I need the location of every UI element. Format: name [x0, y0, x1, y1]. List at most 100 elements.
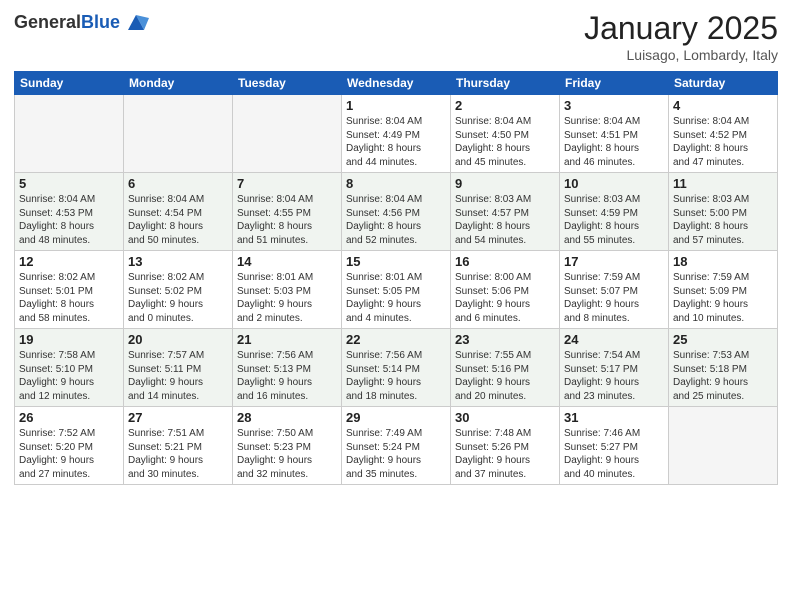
title-block: January 2025 Luisago, Lombardy, Italy: [584, 10, 778, 63]
table-row: 21 Sunrise: 7:56 AMSunset: 5:13 PMDayligh…: [233, 329, 342, 407]
table-row: 10Sunrise: 8:03 AMSunset: 4:59 PMDayligh…: [560, 173, 669, 251]
table-row: 4 Sunrise: 8:04 AMSunset: 4:52 PMDaylight…: [669, 95, 778, 173]
table-row: 17Sunrise: 7:59 AMSunset: 5:07 PMDayligh…: [560, 251, 669, 329]
day-number: 11: [673, 176, 773, 191]
day-number: 30: [455, 410, 555, 425]
table-row: 23 Sunrise: 7:55 AMSunset: 5:16 PMDayligh…: [451, 329, 560, 407]
col-sunday: Sunday: [15, 72, 124, 95]
day-info: Sunrise: 8:04 AMSunset: 4:53 PMDaylight:…: [19, 193, 119, 247]
table-row: 27 Sunrise: 7:51 AMSunset: 5:21 PMDayligh…: [124, 407, 233, 485]
day-info: Sunrise: 7:55 AMSunset: 5:16 PMDaylight:…: [455, 349, 555, 403]
header: GeneralBlue January 2025 Luisago, Lombar…: [14, 10, 778, 63]
day-info: Sunrise: 7:46 AMSunset: 5:27 PMDaylight:…: [564, 427, 664, 481]
logo-icon: [123, 10, 149, 36]
day-info: Sunrise: 8:04 AMSunset: 4:56 PMDaylight:…: [346, 193, 446, 247]
table-row: 12 Sunrise: 8:02 AMSunset: 5:01 PMDayligh…: [15, 251, 124, 329]
table-row: 14 Sunrise: 8:01 AMSunset: 5:03 PMDayligh…: [233, 251, 342, 329]
logo-general-text: General: [14, 12, 81, 32]
table-row: 11 Sunrise: 8:03 AMSunset: 5:00 PMDayligh…: [669, 173, 778, 251]
day-info: Sunrise: 8:03 AMSunset: 4:59 PMDaylight:…: [564, 193, 664, 247]
page-container: GeneralBlue January 2025 Luisago, Lombar…: [0, 0, 792, 612]
day-info: Sunrise: 8:00 AMSunset: 5:06 PMDaylight:…: [455, 271, 555, 325]
day-info: Sunrise: 8:03 AMSunset: 4:57 PMDaylight:…: [455, 193, 555, 247]
day-info: Sunrise: 7:48 AMSunset: 5:26 PMDaylight:…: [455, 427, 555, 481]
calendar-week-row: 5 Sunrise: 8:04 AMSunset: 4:53 PMDaylight…: [15, 173, 778, 251]
day-info: Sunrise: 7:52 AMSunset: 5:20 PMDaylight:…: [19, 427, 119, 481]
day-info: Sunrise: 8:01 AMSunset: 5:05 PMDaylight:…: [346, 271, 446, 325]
table-row: 19Sunrise: 7:58 AMSunset: 5:10 PMDayligh…: [15, 329, 124, 407]
day-info: Sunrise: 7:56 AMSunset: 5:13 PMDaylight:…: [237, 349, 337, 403]
day-info: Sunrise: 8:03 AMSunset: 5:00 PMDaylight:…: [673, 193, 773, 247]
day-info: Sunrise: 8:04 AMSunset: 4:49 PMDaylight:…: [346, 115, 446, 169]
day-number: 22: [346, 332, 446, 347]
table-row: 28 Sunrise: 7:50 AMSunset: 5:23 PMDayligh…: [233, 407, 342, 485]
day-info: Sunrise: 7:57 AMSunset: 5:11 PMDaylight:…: [128, 349, 228, 403]
day-number: 31: [564, 410, 664, 425]
calendar-header-row: Sunday Monday Tuesday Wednesday Thursday…: [15, 72, 778, 95]
day-number: 3: [564, 98, 664, 113]
day-number: 14: [237, 254, 337, 269]
day-info: Sunrise: 7:50 AMSunset: 5:23 PMDaylight:…: [237, 427, 337, 481]
day-number: 21: [237, 332, 337, 347]
day-number: 13: [128, 254, 228, 269]
calendar-week-row: 19Sunrise: 7:58 AMSunset: 5:10 PMDayligh…: [15, 329, 778, 407]
day-info: Sunrise: 7:56 AMSunset: 5:14 PMDaylight:…: [346, 349, 446, 403]
calendar-week-row: 26 Sunrise: 7:52 AMSunset: 5:20 PMDayligh…: [15, 407, 778, 485]
table-row: 31 Sunrise: 7:46 AMSunset: 5:27 PMDayligh…: [560, 407, 669, 485]
day-info: Sunrise: 8:04 AMSunset: 4:50 PMDaylight:…: [455, 115, 555, 169]
day-number: 28: [237, 410, 337, 425]
day-number: 17: [564, 254, 664, 269]
day-number: 8: [346, 176, 446, 191]
calendar-week-row: 12 Sunrise: 8:02 AMSunset: 5:01 PMDayligh…: [15, 251, 778, 329]
day-number: 23: [455, 332, 555, 347]
table-row: 9 Sunrise: 8:03 AMSunset: 4:57 PMDaylight…: [451, 173, 560, 251]
day-info: Sunrise: 8:02 AMSunset: 5:02 PMDaylight:…: [128, 271, 228, 325]
calendar-table: Sunday Monday Tuesday Wednesday Thursday…: [14, 71, 778, 485]
table-row: 3Sunrise: 8:04 AMSunset: 4:51 PMDaylight…: [560, 95, 669, 173]
day-number: 26: [19, 410, 119, 425]
day-info: Sunrise: 8:01 AMSunset: 5:03 PMDaylight:…: [237, 271, 337, 325]
day-number: 18: [673, 254, 773, 269]
col-monday: Monday: [124, 72, 233, 95]
table-row: 2 Sunrise: 8:04 AMSunset: 4:50 PMDaylight…: [451, 95, 560, 173]
month-title: January 2025: [584, 10, 778, 47]
day-info: Sunrise: 7:49 AMSunset: 5:24 PMDaylight:…: [346, 427, 446, 481]
day-info: Sunrise: 7:54 AMSunset: 5:17 PMDaylight:…: [564, 349, 664, 403]
table-row: 8 Sunrise: 8:04 AMSunset: 4:56 PMDaylight…: [342, 173, 451, 251]
day-info: Sunrise: 7:51 AMSunset: 5:21 PMDaylight:…: [128, 427, 228, 481]
col-tuesday: Tuesday: [233, 72, 342, 95]
day-number: 6: [128, 176, 228, 191]
col-thursday: Thursday: [451, 72, 560, 95]
table-row: 5 Sunrise: 8:04 AMSunset: 4:53 PMDaylight…: [15, 173, 124, 251]
day-number: 16: [455, 254, 555, 269]
calendar-week-row: 1 Sunrise: 8:04 AMSunset: 4:49 PMDaylight…: [15, 95, 778, 173]
day-number: 1: [346, 98, 446, 113]
table-row: [15, 95, 124, 173]
table-row: [233, 95, 342, 173]
col-wednesday: Wednesday: [342, 72, 451, 95]
table-row: 29 Sunrise: 7:49 AMSunset: 5:24 PMDayligh…: [342, 407, 451, 485]
day-number: 27: [128, 410, 228, 425]
day-info: Sunrise: 7:58 AMSunset: 5:10 PMDaylight:…: [19, 349, 119, 403]
table-row: 22 Sunrise: 7:56 AMSunset: 5:14 PMDayligh…: [342, 329, 451, 407]
day-number: 12: [19, 254, 119, 269]
table-row: 25Sunrise: 7:53 AMSunset: 5:18 PMDayligh…: [669, 329, 778, 407]
day-number: 2: [455, 98, 555, 113]
day-info: Sunrise: 8:04 AMSunset: 4:52 PMDaylight:…: [673, 115, 773, 169]
location: Luisago, Lombardy, Italy: [584, 47, 778, 63]
day-number: 9: [455, 176, 555, 191]
table-row: 13 Sunrise: 8:02 AMSunset: 5:02 PMDayligh…: [124, 251, 233, 329]
table-row: 7Sunrise: 8:04 AMSunset: 4:55 PMDaylight…: [233, 173, 342, 251]
col-saturday: Saturday: [669, 72, 778, 95]
table-row: 18Sunrise: 7:59 AMSunset: 5:09 PMDayligh…: [669, 251, 778, 329]
table-row: 30 Sunrise: 7:48 AMSunset: 5:26 PMDayligh…: [451, 407, 560, 485]
table-row: 26 Sunrise: 7:52 AMSunset: 5:20 PMDayligh…: [15, 407, 124, 485]
day-number: 29: [346, 410, 446, 425]
day-info: Sunrise: 8:02 AMSunset: 5:01 PMDaylight:…: [19, 271, 119, 325]
logo-blue-text: Blue: [81, 12, 120, 32]
day-number: 4: [673, 98, 773, 113]
col-friday: Friday: [560, 72, 669, 95]
day-number: 5: [19, 176, 119, 191]
day-number: 24: [564, 332, 664, 347]
table-row: 6Sunrise: 8:04 AMSunset: 4:54 PMDaylight…: [124, 173, 233, 251]
